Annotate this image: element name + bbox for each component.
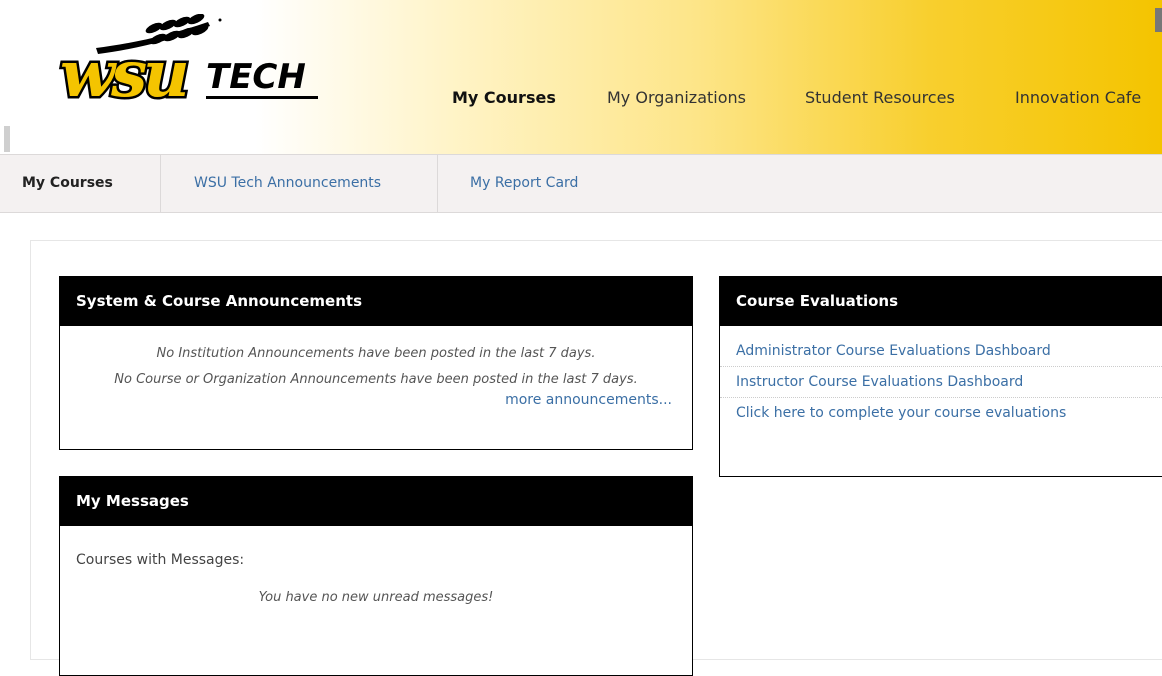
topnav-my-courses[interactable]: My Courses — [452, 86, 556, 110]
instructor-evaluations-dashboard-link[interactable]: Instructor Course Evaluations Dashboard — [720, 367, 1162, 398]
tab-my-report-card[interactable]: My Report Card — [470, 155, 578, 212]
courses-with-messages-label: Courses with Messages: — [76, 552, 245, 568]
topnav-student-resources[interactable]: Student Resources — [805, 86, 955, 110]
topnav-innovation-cafe[interactable]: Innovation Cafe — [1015, 86, 1141, 110]
scroll-handle[interactable] — [1155, 8, 1162, 32]
my-messages-title[interactable]: My Messages — [60, 477, 692, 526]
content-area: System & Course Announcements No Institu… — [30, 240, 1162, 676]
wsu-tech-logo[interactable]: wsu TECH — [58, 14, 328, 116]
announcements-title[interactable]: System & Course Announcements — [60, 277, 692, 326]
institution-announcements-text: No Institution Announcements have been p… — [156, 346, 596, 361]
admin-evaluations-dashboard-link[interactable]: Administrator Course Evaluations Dashboa… — [720, 336, 1162, 367]
tab-bar: My Courses WSU Tech Announcements My Rep… — [0, 154, 1162, 213]
sidebar-collapse-handle[interactable] — [4, 126, 10, 152]
course-evaluations-title[interactable]: Course Evaluations — [720, 277, 1162, 326]
tab-wsu-tech-announcements[interactable]: WSU Tech Announcements — [194, 155, 381, 212]
announcements-module: System & Course Announcements No Institu… — [59, 276, 693, 450]
logo-tech-text: TECH — [206, 57, 306, 97]
more-announcements-link[interactable]: more announcements... — [60, 392, 692, 408]
tab-divider — [437, 155, 438, 212]
course-announcements-text: No Course or Organization Announcements … — [114, 372, 638, 387]
logo-wsu-text: wsu — [60, 37, 186, 112]
my-messages-module: My Messages Courses with Messages: You h… — [59, 476, 693, 676]
topnav-my-organizations[interactable]: My Organizations — [607, 86, 746, 110]
course-evaluations-module: Course Evaluations Administrator Course … — [719, 276, 1162, 477]
tab-my-courses[interactable]: My Courses — [22, 155, 113, 212]
tab-divider — [160, 155, 161, 212]
complete-evaluations-link[interactable]: Click here to complete your course evalu… — [720, 398, 1162, 428]
no-messages-text: You have no new unread messages! — [258, 590, 494, 605]
site-header: wsu TECH My Courses My Organizations Stu… — [0, 0, 1162, 154]
